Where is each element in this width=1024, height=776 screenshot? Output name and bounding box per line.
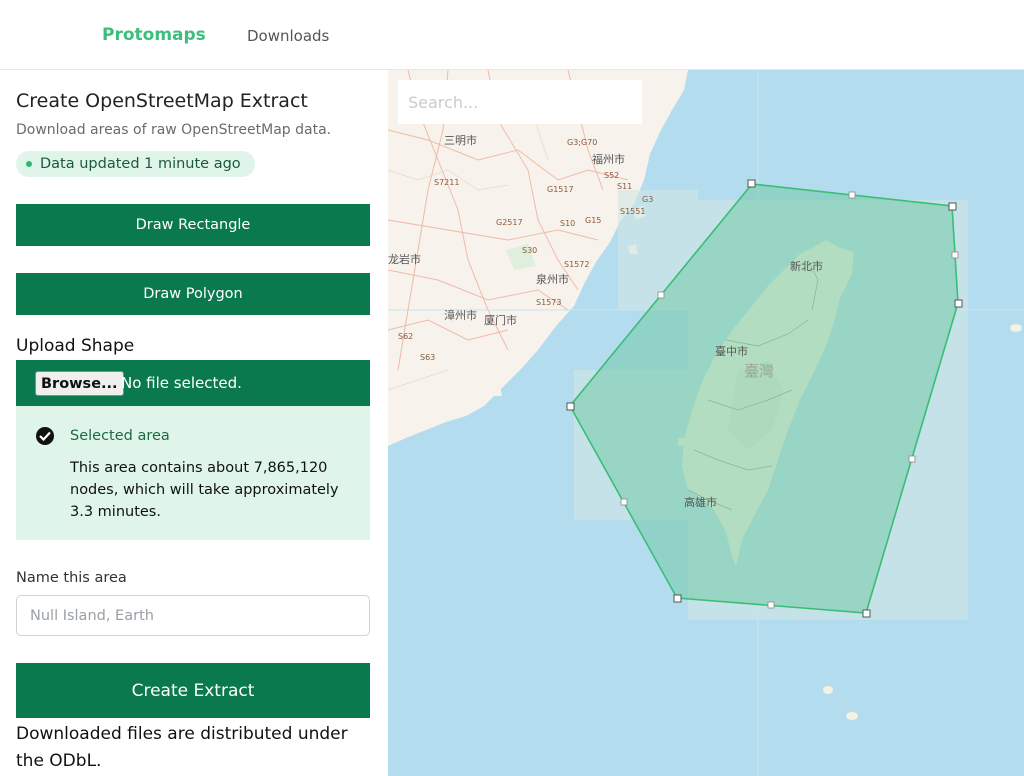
license-note: Downloaded files are distributed under t… <box>16 724 348 771</box>
status-dot-icon <box>26 161 32 167</box>
nav-link-downloads[interactable]: Downloads <box>247 27 329 45</box>
road-label: G3 <box>642 195 654 204</box>
road-label: S1573 <box>536 298 562 307</box>
map-label: 新北市 <box>790 260 823 273</box>
road-label: S63 <box>420 353 436 362</box>
area-name-label: Name this area <box>16 570 127 586</box>
map-label: 厦门市 <box>484 314 517 327</box>
area-name-input[interactable] <box>16 595 370 636</box>
road-label: S10 <box>560 219 576 228</box>
road-label: G1517 <box>547 185 574 194</box>
road-label: S52 <box>604 171 620 180</box>
status-badge-label: Data updated 1 minute ago <box>40 156 241 172</box>
create-extract-button[interactable]: Create Extract <box>16 663 370 718</box>
road-label: S62 <box>398 332 414 341</box>
upload-shape-label: Upload Shape <box>16 336 135 356</box>
browse-button[interactable]: Browse... <box>35 371 124 396</box>
file-status-text: No file selected. <box>121 374 242 392</box>
page-subtitle: Download areas of raw OpenStreetMap data… <box>16 122 332 138</box>
check-circle-icon <box>36 427 54 445</box>
selected-area-title: Selected area <box>70 428 170 444</box>
map-label: 福州市 <box>592 153 625 166</box>
brand-link[interactable]: Protomaps <box>102 25 206 45</box>
top-navbar: Protomaps Downloads <box>0 0 1024 70</box>
road-label: S1551 <box>620 207 646 216</box>
road-label: G3;G70 <box>567 138 598 147</box>
map-canvas <box>388 70 1024 776</box>
map-label: 臺中市 <box>715 345 748 358</box>
map-label: 高雄市 <box>684 496 717 509</box>
road-label: S11 <box>617 182 633 191</box>
road-label: S7211 <box>434 178 460 187</box>
map-view[interactable]: 三明市 福州市 龙岩市 泉州市 漳州市 厦门市 新北市 臺中市 臺灣 高雄市 G… <box>388 70 1024 776</box>
map-label: 龙岩市 <box>388 253 421 266</box>
road-label: S1572 <box>564 260 590 269</box>
map-label: 三明市 <box>444 134 477 147</box>
draw-polygon-button[interactable]: Draw Polygon <box>16 273 370 315</box>
selected-area-panel: Selected area This area contains about 7… <box>16 406 370 540</box>
road-label: G15 <box>585 216 602 225</box>
page-title: Create OpenStreetMap Extract <box>16 90 308 112</box>
status-badge: Data updated 1 minute ago <box>16 151 255 177</box>
selected-area-description: This area contains about 7,865,120 nodes… <box>70 460 339 520</box>
map-label: 泉州市 <box>536 273 569 286</box>
file-upload-field[interactable]: Browse... No file selected. <box>16 360 370 406</box>
road-label: S30 <box>522 246 538 255</box>
road-label: G2517 <box>496 218 523 227</box>
map-search-input[interactable] <box>398 80 642 124</box>
draw-rectangle-button[interactable]: Draw Rectangle <box>16 204 370 246</box>
map-label: 臺灣 <box>744 362 775 380</box>
map-label: 漳州市 <box>444 309 477 322</box>
sidebar: Create OpenStreetMap Extract Download ar… <box>0 70 388 776</box>
